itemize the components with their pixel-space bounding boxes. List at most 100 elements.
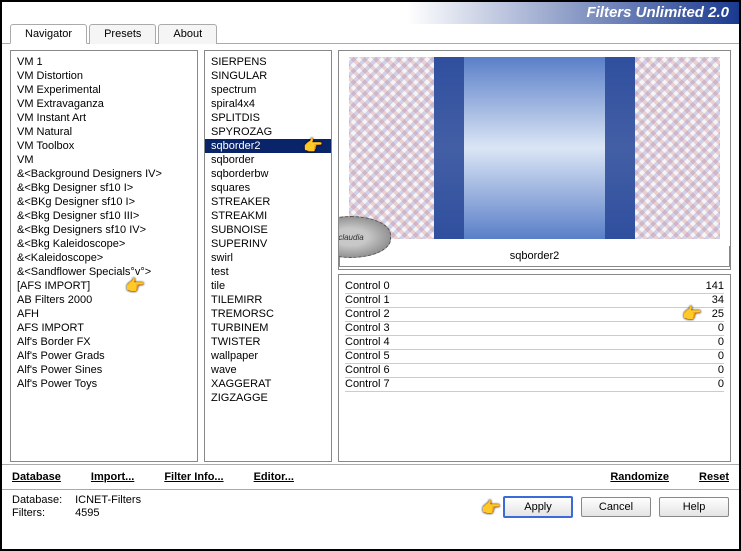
filters-count-label: Filters: bbox=[12, 507, 72, 519]
filter-item[interactable]: wallpaper bbox=[205, 349, 331, 363]
control-row[interactable]: Control 4 0 bbox=[345, 335, 724, 349]
control-row[interactable]: Control 7 0 bbox=[345, 377, 724, 391]
filter-item[interactable]: TWISTER bbox=[205, 335, 331, 349]
filter-item[interactable]: XAGGERAT bbox=[205, 377, 331, 391]
category-item[interactable]: &<Kaleidoscope> bbox=[11, 251, 197, 265]
main-content: VM 1VM DistortionVM ExperimentalVM Extra… bbox=[2, 44, 739, 464]
control-value: 0 bbox=[718, 336, 724, 348]
filter-item[interactable]: TREMORSC bbox=[205, 307, 331, 321]
filter-item[interactable]: spectrum bbox=[205, 83, 331, 97]
tab-presets[interactable]: Presets bbox=[89, 24, 156, 44]
control-label: Control 7 bbox=[345, 378, 390, 390]
category-item[interactable]: VM Natural bbox=[11, 125, 197, 139]
control-label: Control 4 bbox=[345, 336, 390, 348]
category-item[interactable]: VM bbox=[11, 153, 197, 167]
category-item[interactable]: Alf's Border FX bbox=[11, 335, 197, 349]
category-item[interactable]: AFS IMPORT bbox=[11, 321, 197, 335]
tab-about[interactable]: About bbox=[158, 24, 217, 44]
tab-navigator[interactable]: Navigator bbox=[10, 24, 87, 44]
preview-center bbox=[434, 57, 635, 239]
filter-item[interactable]: swirl bbox=[205, 251, 331, 265]
category-item[interactable]: &<Bkg Designers sf10 IV> bbox=[11, 223, 197, 237]
filters-count-value: 4595 bbox=[75, 507, 99, 519]
filter-item[interactable]: SUPERINV bbox=[205, 237, 331, 251]
controls-panel: Control 0141Control 134Control 2👉25Contr… bbox=[338, 274, 731, 462]
status-row: Database: ICNET-Filters Filters: 4595 👉 … bbox=[2, 489, 739, 523]
filter-info-link[interactable]: Filter Info... bbox=[164, 471, 223, 483]
category-item[interactable]: &<Bkg Designer sf10 I> bbox=[11, 181, 197, 195]
category-item[interactable]: &<Bkg Designer sf10 III> bbox=[11, 209, 197, 223]
filter-item[interactable]: STREAKER bbox=[205, 195, 331, 209]
filter-item[interactable]: TURBINEM bbox=[205, 321, 331, 335]
category-item[interactable]: AB Filters 2000 bbox=[11, 293, 197, 307]
category-item[interactable]: [AFS IMPORT]👉 bbox=[11, 279, 197, 293]
category-item[interactable]: AFH bbox=[11, 307, 197, 321]
filter-item[interactable]: test bbox=[205, 265, 331, 279]
filter-item[interactable]: sqborder2👉 bbox=[205, 139, 331, 153]
category-item[interactable]: &<Sandflower Specials°v°> bbox=[11, 265, 197, 279]
pointer-icon: 👉 bbox=[481, 498, 501, 518]
filter-item[interactable]: TILEMIRR bbox=[205, 293, 331, 307]
apply-button[interactable]: Apply bbox=[503, 496, 573, 518]
category-item[interactable]: VM Distortion bbox=[11, 69, 197, 83]
category-list[interactable]: VM 1VM DistortionVM ExperimentalVM Extra… bbox=[10, 50, 198, 462]
category-item[interactable]: VM Experimental bbox=[11, 83, 197, 97]
control-value: 0 bbox=[718, 378, 724, 390]
filter-item[interactable]: SUBNOISE bbox=[205, 223, 331, 237]
filter-item[interactable]: SPLITDIS bbox=[205, 111, 331, 125]
control-label: Control 1 bbox=[345, 294, 390, 306]
title-bar: Filters Unlimited 2.0 bbox=[2, 2, 739, 24]
category-item[interactable]: Alf's Power Grads bbox=[11, 349, 197, 363]
filter-item[interactable]: sqborder bbox=[205, 153, 331, 167]
database-link[interactable]: Database bbox=[12, 471, 61, 483]
reset-link[interactable]: Reset bbox=[699, 471, 729, 483]
cancel-button[interactable]: Cancel bbox=[581, 497, 651, 517]
filter-item[interactable]: spiral4x4 bbox=[205, 97, 331, 111]
bottom-link-bar: Database Import... Filter Info... Editor… bbox=[2, 464, 739, 489]
filter-item[interactable]: tile bbox=[205, 279, 331, 293]
category-item[interactable]: Alf's Power Toys bbox=[11, 377, 197, 391]
category-item[interactable]: VM Toolbox bbox=[11, 139, 197, 153]
category-item[interactable]: VM 1 bbox=[11, 55, 197, 69]
filter-item[interactable]: wave bbox=[205, 363, 331, 377]
control-slider-track[interactable] bbox=[345, 391, 724, 392]
control-label: Control 6 bbox=[345, 364, 390, 376]
right-panel: claudia sqborder2 Control 0141Control 1 3… bbox=[338, 50, 731, 462]
category-item[interactable]: &<BKg Designer sf10 I> bbox=[11, 195, 197, 209]
db-label: Database: bbox=[12, 494, 72, 506]
filter-item[interactable]: ZIGZAGGE bbox=[205, 391, 331, 405]
filter-item[interactable]: STREAKMI bbox=[205, 209, 331, 223]
preview-pane: claudia sqborder2 bbox=[338, 50, 731, 270]
app-title: Filters Unlimited 2.0 bbox=[586, 4, 729, 21]
category-item[interactable]: Alf's Power Sines bbox=[11, 363, 197, 377]
current-filter-label: sqborder2 bbox=[339, 246, 730, 267]
filter-list[interactable]: SIERPENSSINGULARspectrumspiral4x4SPLITDI… bbox=[204, 50, 332, 462]
control-row[interactable]: Control 2👉25 bbox=[345, 307, 724, 321]
category-item[interactable]: &<Background Designers IV> bbox=[11, 167, 197, 181]
control-row[interactable]: Control 6 0 bbox=[345, 363, 724, 377]
randomize-link[interactable]: Randomize bbox=[610, 471, 669, 483]
filter-item[interactable]: sqborderbw bbox=[205, 167, 331, 181]
tab-strip: NavigatorPresetsAbout bbox=[2, 24, 739, 44]
control-row[interactable]: Control 50 bbox=[345, 349, 724, 363]
control-value: 0 bbox=[718, 364, 724, 376]
category-item[interactable]: VM Extravaganza bbox=[11, 97, 197, 111]
control-label: Control 3 bbox=[345, 322, 390, 334]
control-label: Control 5 bbox=[345, 350, 390, 362]
help-button[interactable]: Help bbox=[659, 497, 729, 517]
category-item[interactable]: &<Bkg Kaleidoscope> bbox=[11, 237, 197, 251]
control-label: Control 0 bbox=[345, 280, 390, 292]
control-row[interactable]: Control 0141 bbox=[345, 279, 724, 293]
control-label: Control 2 bbox=[345, 308, 390, 320]
filter-item[interactable]: SINGULAR bbox=[205, 69, 331, 83]
control-row[interactable]: Control 1 34 bbox=[345, 293, 724, 307]
category-item[interactable]: VM Instant Art bbox=[11, 111, 197, 125]
control-row[interactable]: Control 30 bbox=[345, 321, 724, 335]
import-link[interactable]: Import... bbox=[91, 471, 134, 483]
db-value: ICNET-Filters bbox=[75, 494, 141, 506]
filter-item[interactable]: squares bbox=[205, 181, 331, 195]
editor-link[interactable]: Editor... bbox=[254, 471, 294, 483]
filter-item[interactable]: SPYROZAG bbox=[205, 125, 331, 139]
filter-item[interactable]: SIERPENS bbox=[205, 55, 331, 69]
control-value: 34 bbox=[712, 294, 724, 306]
